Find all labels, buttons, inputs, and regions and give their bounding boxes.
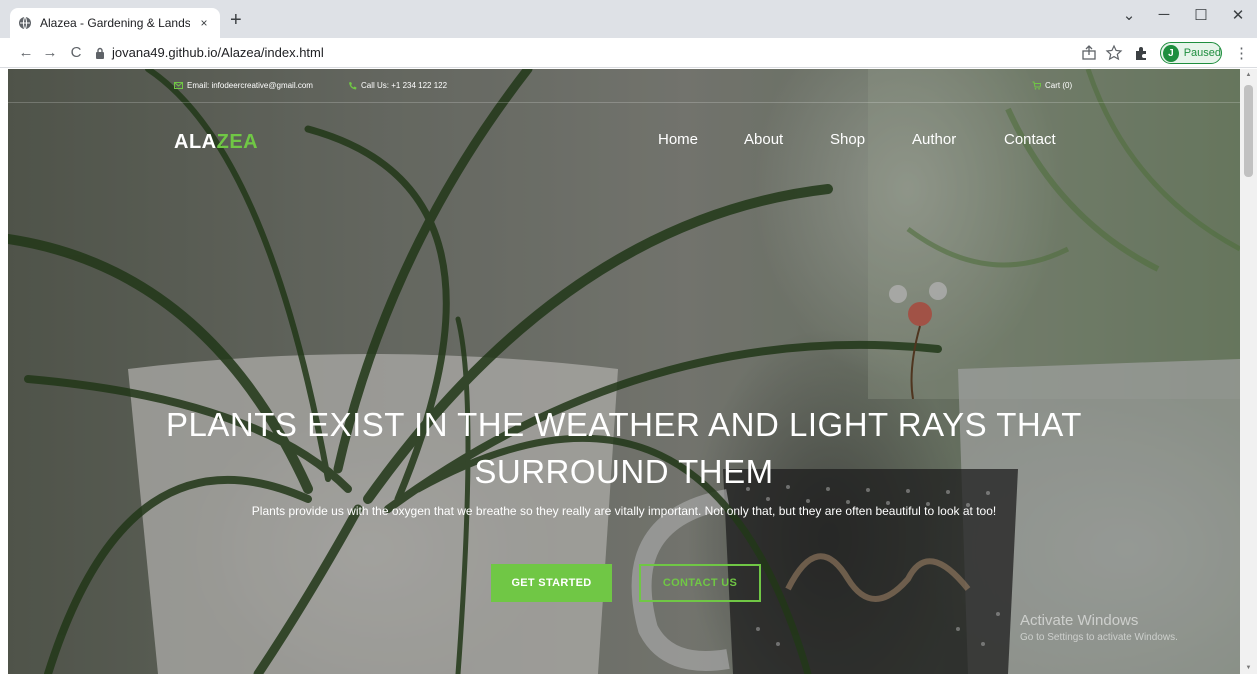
phone-icon	[349, 82, 357, 90]
browser-toolbar: ← → C jovana49.github.io/Alazea/index.ht…	[0, 38, 1257, 68]
top-info-bar: Email: infodeercreative@gmail.com Call U…	[8, 69, 1240, 103]
cart-text: Cart (0)	[1045, 81, 1073, 90]
tab-title: Alazea - Gardening & Landscapi	[40, 16, 190, 30]
reload-button[interactable]: C	[66, 43, 86, 63]
nav-shop[interactable]: Shop	[830, 131, 865, 148]
hero-subtitle: Plants provide us with the oxygen that w…	[251, 504, 997, 518]
scroll-down-arrow[interactable]: ▼	[1240, 665, 1257, 671]
hero-title-line2: SURROUND THEM	[474, 453, 774, 490]
hero-title: PLANTS EXIST IN THE WEATHER AND LIGHT RA…	[158, 401, 1090, 495]
get-started-button[interactable]: GET STARTED	[491, 564, 612, 602]
minimize-button[interactable]: ─	[1149, 6, 1179, 23]
watermark-subtitle: Go to Settings to activate Windows.	[1020, 632, 1178, 643]
watermark-title: Activate Windows	[1020, 612, 1139, 629]
nav-about[interactable]: About	[744, 131, 783, 148]
nav-contact[interactable]: Contact	[1004, 131, 1056, 148]
logo-text-main: ALA	[174, 131, 217, 153]
avatar: J	[1163, 44, 1179, 62]
globe-icon	[19, 16, 31, 30]
tab-close-icon[interactable]: ×	[196, 16, 212, 30]
top-phone[interactable]: Call Us: +1 234 122 122	[348, 81, 447, 90]
address-bar[interactable]: jovana49.github.io/Alazea/index.html	[112, 45, 324, 60]
nav-home[interactable]: Home	[658, 131, 698, 148]
windows-activation-watermark: Activate Windows Go to Settings to activ…	[1020, 612, 1178, 643]
nav-author[interactable]: Author	[912, 131, 956, 148]
top-phone-text: Call Us: +1 234 122 122	[361, 81, 448, 90]
contact-us-button[interactable]: CONTACT US	[639, 564, 761, 602]
tab-search-icon[interactable]: ⌄	[1114, 6, 1144, 24]
back-button[interactable]: ←	[16, 43, 36, 63]
bookmark-star-icon[interactable]	[1105, 44, 1123, 62]
page-scrollbar[interactable]: ▲ ▼	[1240, 69, 1257, 674]
forward-button[interactable]: →	[40, 43, 60, 63]
extensions-icon[interactable]	[1132, 44, 1150, 62]
envelope-icon	[174, 82, 183, 89]
page-viewport: Email: infodeercreative@gmail.com Call U…	[8, 69, 1240, 674]
lock-icon[interactable]	[94, 47, 106, 59]
scroll-thumb[interactable]	[1244, 85, 1253, 177]
browser-tab[interactable]: Alazea - Gardening & Landscapi ×	[10, 8, 220, 38]
cart-icon	[1032, 81, 1041, 90]
browser-menu-icon[interactable]: ⋮	[1234, 44, 1249, 62]
new-tab-button[interactable]: +	[230, 9, 242, 31]
maximize-button[interactable]: ☐	[1186, 6, 1216, 24]
cart-link[interactable]: Cart (0)	[1032, 81, 1072, 90]
site-logo[interactable]: ALAZEA	[174, 131, 258, 154]
hero-overlay	[8, 69, 1240, 674]
profile-button[interactable]: J Paused	[1160, 42, 1222, 64]
scroll-up-arrow[interactable]: ▲	[1240, 72, 1257, 78]
top-email-text: Email: infodeercreative@gmail.com	[187, 81, 313, 90]
logo-text-accent: ZEA	[216, 131, 259, 153]
top-email[interactable]: Email: infodeercreative@gmail.com	[174, 81, 313, 90]
profile-status: Paused	[1183, 47, 1221, 59]
hero-title-line1: PLANTS EXIST IN THE WEATHER AND LIGHT RA…	[166, 406, 1082, 443]
close-window-button[interactable]: ✕	[1223, 6, 1253, 24]
browser-tab-bar: Alazea - Gardening & Landscapi × + ⌄ ─ ☐…	[0, 0, 1257, 38]
share-icon[interactable]	[1080, 44, 1098, 62]
